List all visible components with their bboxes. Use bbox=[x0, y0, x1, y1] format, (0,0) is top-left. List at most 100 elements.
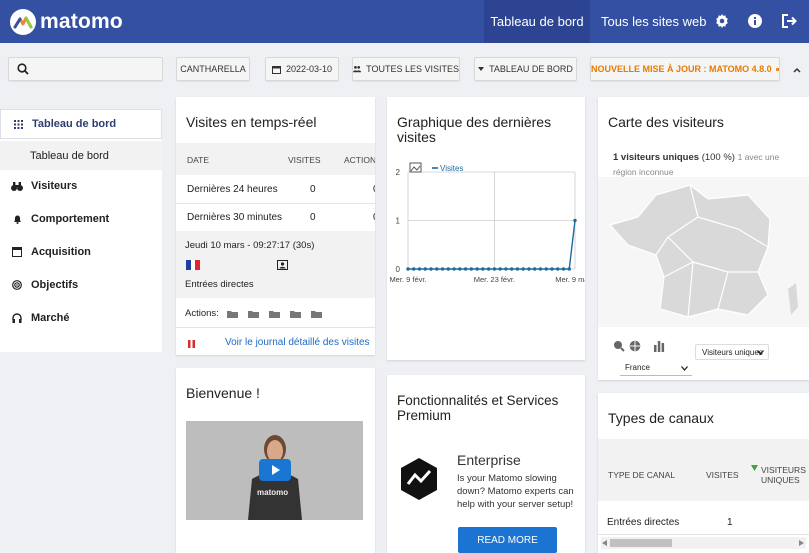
logout-icon[interactable] bbox=[780, 12, 798, 30]
data-point[interactable] bbox=[567, 267, 571, 271]
collapse-chevron-icon[interactable] bbox=[793, 64, 801, 76]
data-point[interactable] bbox=[521, 267, 525, 271]
site-selector[interactable]: CANTHARELLA bbox=[176, 57, 250, 81]
data-point[interactable] bbox=[469, 267, 474, 271]
data-point[interactable] bbox=[561, 267, 566, 271]
folder-icon[interactable] bbox=[227, 310, 238, 318]
france-flag-icon bbox=[186, 260, 201, 270]
logo-text: matomo bbox=[40, 10, 123, 33]
data-point[interactable] bbox=[440, 267, 445, 271]
image-export-icon[interactable] bbox=[409, 162, 422, 173]
pause-icon[interactable] bbox=[188, 339, 195, 351]
widget-title: Types de canaux bbox=[608, 410, 714, 426]
chevron-down-icon bbox=[681, 366, 688, 371]
data-point[interactable] bbox=[550, 267, 554, 271]
visits-line-chart[interactable]: 012Mer. 9 févr.Mer. 23 févr.Mer. 9 mars … bbox=[387, 157, 585, 297]
date-label: 2022-03-10 bbox=[285, 64, 333, 74]
menu-acquisition[interactable]: Acquisition bbox=[0, 237, 162, 267]
row-label: Dernières 24 heures bbox=[187, 184, 278, 195]
country-select-value: France bbox=[625, 363, 650, 372]
data-point[interactable] bbox=[481, 267, 485, 271]
data-point[interactable] bbox=[423, 267, 427, 271]
horizontal-scrollbar[interactable] bbox=[601, 537, 806, 549]
grid-icon bbox=[12, 119, 24, 129]
nav-dashboard[interactable]: Tableau de bord bbox=[484, 0, 590, 43]
divider bbox=[598, 534, 809, 535]
divider bbox=[176, 327, 375, 328]
widget-title: Bienvenue ! bbox=[186, 385, 260, 401]
data-point[interactable] bbox=[463, 267, 468, 271]
play-button[interactable] bbox=[259, 459, 291, 481]
data-point[interactable] bbox=[429, 267, 433, 271]
column-header[interactable]: VISITEURS UNIQUES bbox=[761, 465, 807, 485]
visitor-profile-icon[interactable] bbox=[277, 260, 288, 273]
column-header[interactable]: ACTIONS bbox=[344, 155, 375, 165]
data-point[interactable] bbox=[538, 267, 543, 271]
data-point[interactable] bbox=[475, 267, 479, 271]
menu-visitors[interactable]: Visiteurs bbox=[0, 171, 162, 201]
read-more-button[interactable]: READ MORE bbox=[458, 527, 557, 553]
y-tick-label: 2 bbox=[396, 168, 401, 177]
scroll-left-icon[interactable] bbox=[602, 540, 608, 546]
france-map[interactable] bbox=[598, 177, 809, 327]
data-point[interactable] bbox=[515, 267, 520, 271]
data-point[interactable] bbox=[498, 267, 502, 271]
scroll-right-icon[interactable] bbox=[799, 540, 805, 546]
menu-sub-dashboard[interactable]: Tableau de bord bbox=[0, 141, 162, 170]
widget-title: Carte des visiteurs bbox=[608, 114, 724, 130]
data-point[interactable] bbox=[406, 267, 410, 271]
update-notice[interactable]: NOUVELLE MISE À JOUR : MATOMO 4.8.0 bbox=[590, 57, 780, 81]
search-box[interactable] bbox=[8, 57, 163, 81]
date-selector[interactable]: 2022-03-10 bbox=[265, 57, 339, 81]
data-point[interactable] bbox=[412, 267, 416, 271]
menu-marketplace[interactable]: Marché bbox=[0, 303, 162, 333]
column-header[interactable]: VISITES bbox=[706, 470, 739, 480]
search-icon bbox=[17, 63, 29, 75]
legend-label[interactable]: Visites bbox=[440, 164, 463, 173]
product-description: Is your Matomo slowing down? Matomo expe… bbox=[457, 473, 574, 510]
menu-goals[interactable]: Objectifs bbox=[0, 270, 162, 300]
info-icon[interactable] bbox=[746, 12, 764, 30]
data-point[interactable] bbox=[527, 267, 531, 271]
menu-behaviour[interactable]: Comportement bbox=[0, 204, 162, 234]
window-icon bbox=[11, 247, 23, 257]
data-point[interactable] bbox=[532, 267, 537, 271]
data-point[interactable] bbox=[435, 267, 439, 271]
matomo-logo[interactable]: matomo bbox=[10, 9, 123, 35]
data-point[interactable] bbox=[492, 267, 497, 271]
column-header[interactable]: VISITES bbox=[288, 155, 321, 165]
column-header[interactable]: TYPE DE CANAL bbox=[608, 470, 675, 480]
data-point[interactable] bbox=[509, 267, 514, 271]
globe-icon[interactable] bbox=[629, 340, 641, 352]
gear-icon[interactable] bbox=[713, 12, 731, 30]
country-select[interactable]: France bbox=[620, 360, 692, 376]
menu-goals-label: Objectifs bbox=[31, 279, 79, 291]
data-point[interactable] bbox=[573, 218, 577, 223]
folder-icon[interactable] bbox=[269, 310, 280, 318]
welcome-video[interactable]: matomo bbox=[186, 421, 363, 520]
data-point[interactable] bbox=[446, 267, 451, 271]
binoculars-icon bbox=[11, 181, 23, 191]
data-point[interactable] bbox=[452, 267, 456, 271]
headphones-icon bbox=[11, 313, 23, 323]
data-point[interactable] bbox=[504, 267, 508, 271]
dashboard-menu[interactable]: TABLEAU DE BORD bbox=[474, 57, 577, 81]
menu-dashboard[interactable]: Tableau de bord bbox=[0, 109, 162, 139]
scrollbar-thumb[interactable] bbox=[610, 539, 672, 547]
data-point[interactable] bbox=[544, 267, 548, 271]
folder-icon[interactable] bbox=[290, 310, 301, 318]
segment-selector[interactable]: TOUTES LES VISITES bbox=[352, 57, 460, 81]
nav-all-websites[interactable]: Tous les sites web bbox=[601, 0, 707, 43]
metric-select[interactable]: Visiteurs uniques bbox=[695, 344, 769, 360]
folder-icon[interactable] bbox=[248, 310, 259, 318]
data-point[interactable] bbox=[417, 267, 422, 271]
x-tick-label: Mer. 9 févr. bbox=[389, 275, 426, 284]
data-point[interactable] bbox=[556, 267, 560, 271]
folder-icon[interactable] bbox=[311, 310, 322, 318]
data-point[interactable] bbox=[458, 267, 462, 271]
visit-time: Jeudi 10 mars - 09:27:17 (30s) bbox=[185, 240, 315, 251]
bar-chart-icon[interactable] bbox=[653, 340, 665, 352]
zoom-out-icon[interactable] bbox=[613, 340, 625, 352]
data-point[interactable] bbox=[486, 267, 491, 271]
visitor-log-link[interactable]: Voir le journal détaillé des visites bbox=[225, 337, 370, 348]
